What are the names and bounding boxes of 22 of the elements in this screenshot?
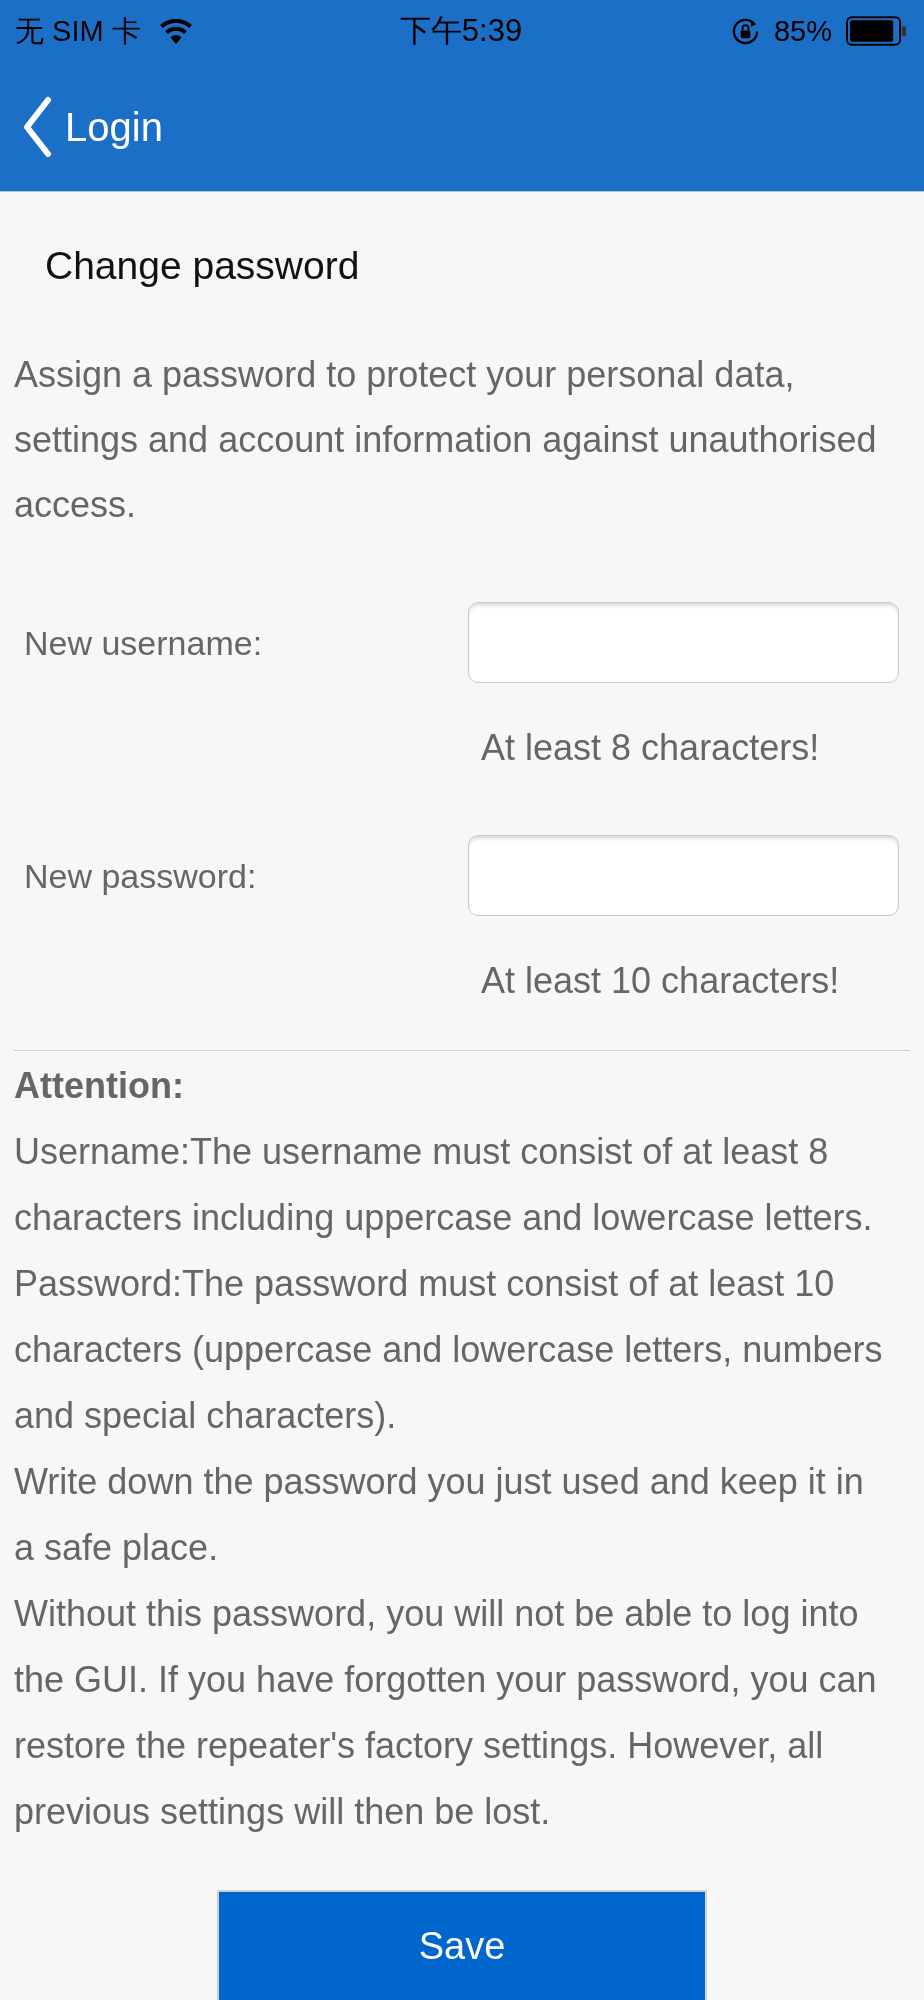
hint-text: At least 8 characters!	[481, 726, 820, 770]
input-field[interactable]	[468, 602, 899, 683]
attention-heading: Attention:	[14, 1064, 184, 1108]
battery-icon	[846, 16, 907, 46]
chevron-left-icon	[22, 95, 52, 158]
back-button[interactable]: Login	[22, 95, 163, 158]
intro-text: Assign a password to protect your personal data, settings and account information against unauthorised access.	[14, 353, 878, 527]
attention-text: Password:The password must consist of at least 10 characters (uppercase and lowercase letters, numbers and special characters).	[14, 1262, 884, 1438]
carrier-text: 无 SIM 卡	[15, 14, 141, 49]
orientation-lock-icon	[730, 16, 760, 46]
save-button[interactable]: Save	[217, 1890, 707, 2000]
battery-percentage: 85%	[773, 14, 832, 49]
field-label: New username:	[24, 622, 264, 664]
attention-text: Username:The username must consist of at least 8 characters including uppercase and lowercase letters.	[14, 1130, 874, 1240]
clock-text: 下午5:39	[399, 13, 523, 49]
hint-text: At least 10 characters!	[481, 959, 840, 1003]
attention-text: Write down the password you just used and keep it in a safe place.	[14, 1460, 865, 1570]
attention-text: Without this password, you will not be able to log into the GUI. If you have forgotten your password, you can restore the repeater's factory settings. However, all previous settings will then be lost.	[14, 1592, 878, 1834]
field-label: New password:	[24, 855, 258, 897]
page-title: Change password	[45, 243, 360, 289]
input-field[interactable]	[468, 835, 899, 916]
wifi-icon	[158, 17, 193, 45]
